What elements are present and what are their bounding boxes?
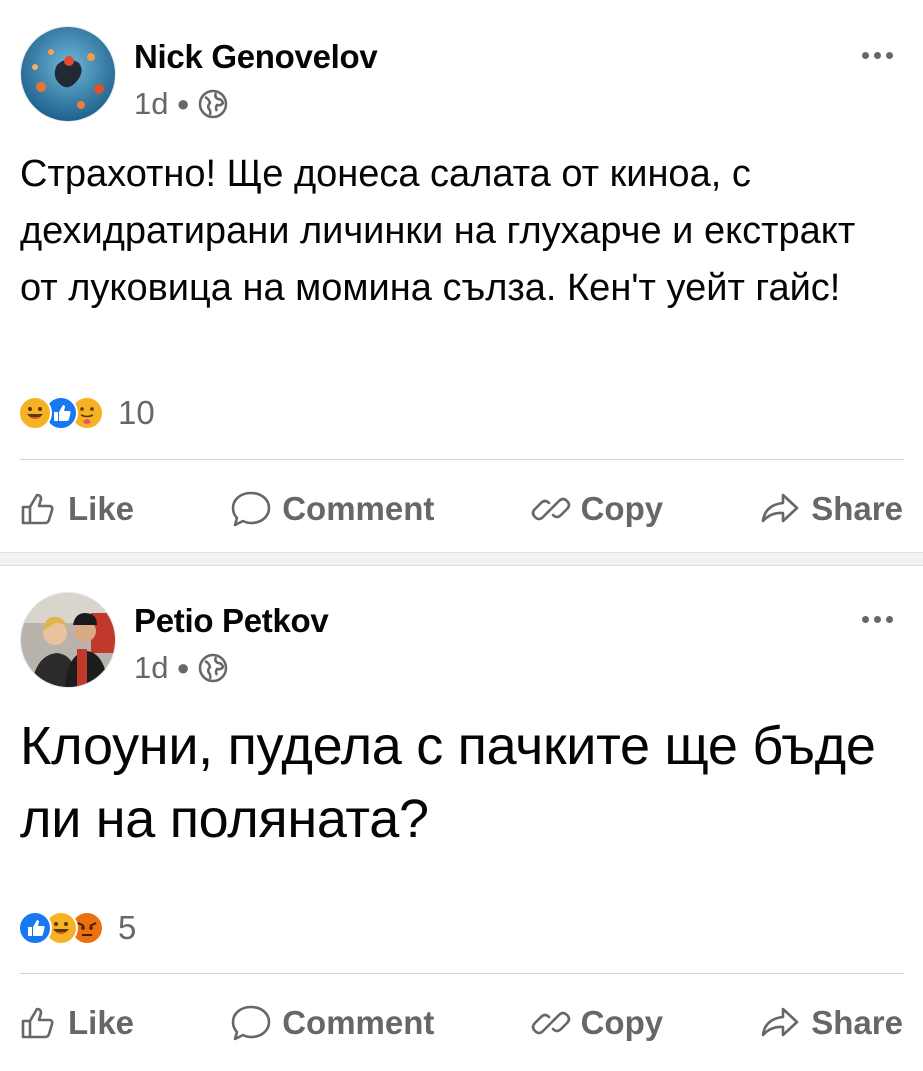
meta-dot: ● [176,91,190,116]
timestamp[interactable]: 1d [134,86,168,122]
copy-label: Copy [580,490,664,527]
divider [20,973,904,974]
comment-label: Comment [282,490,435,527]
share-arrow-icon [759,489,801,529]
avatar[interactable] [20,26,116,122]
share-label: Share [811,1004,903,1041]
action-bar: Like Comment Copy Share [0,479,923,539]
author-name[interactable]: Nick Genovelov [134,38,378,76]
comment-label: Comment [282,1004,435,1041]
reaction-summary[interactable]: 5 [18,909,136,947]
thumbs-up-icon [18,489,58,529]
like-button[interactable]: Like [18,489,134,529]
post-meta: 1d ● [134,650,228,686]
globe-icon [198,653,228,683]
share-label: Share [811,490,903,527]
reaction-summary[interactable]: 10 [18,394,155,432]
action-bar: Like Comment Copy Share [0,993,923,1053]
timestamp[interactable]: 1d [134,650,168,686]
post-separator [0,552,923,566]
meta-dot: ● [176,655,190,680]
like-icon [18,911,52,945]
like-label: Like [68,490,135,527]
link-icon [531,489,571,529]
thumbs-up-icon [18,1003,58,1043]
copy-button[interactable]: Copy [531,489,664,529]
copy-label: Copy [580,1004,664,1041]
comment-button[interactable]: Comment [230,489,434,529]
share-button[interactable]: Share [759,489,903,529]
author-name[interactable]: Petio Petkov [134,602,329,640]
copy-button[interactable]: Copy [531,1003,664,1043]
like-button[interactable]: Like [18,1003,134,1043]
comment-card: Petio Petkov 1d ● Клоуни, пудела с пачки… [0,566,923,1071]
comment-text: Клоуни, пудела с пачките ще бъде ли на п… [20,716,876,849]
more-options-icon[interactable] [862,52,893,59]
post-meta: 1d ● [134,86,228,122]
comment-bubble-icon [230,1003,272,1043]
comment-card: Nick Genovelov 1d ● Страхотно! Ще донеса… [0,0,923,552]
reaction-count: 5 [118,909,137,946]
reaction-count: 10 [118,394,155,431]
more-options-icon[interactable] [862,616,893,623]
share-button[interactable]: Share [759,1003,903,1043]
comment-text: Страхотно! Ще донеса салата от киноа, с … [20,153,856,309]
globe-icon [198,89,228,119]
share-arrow-icon [759,1003,801,1043]
haha-icon [18,396,52,430]
divider [20,459,904,460]
avatar[interactable] [20,592,116,688]
comment-button[interactable]: Comment [230,1003,434,1043]
like-label: Like [68,1004,135,1041]
comment-bubble-icon [230,489,272,529]
link-icon [531,1003,571,1043]
